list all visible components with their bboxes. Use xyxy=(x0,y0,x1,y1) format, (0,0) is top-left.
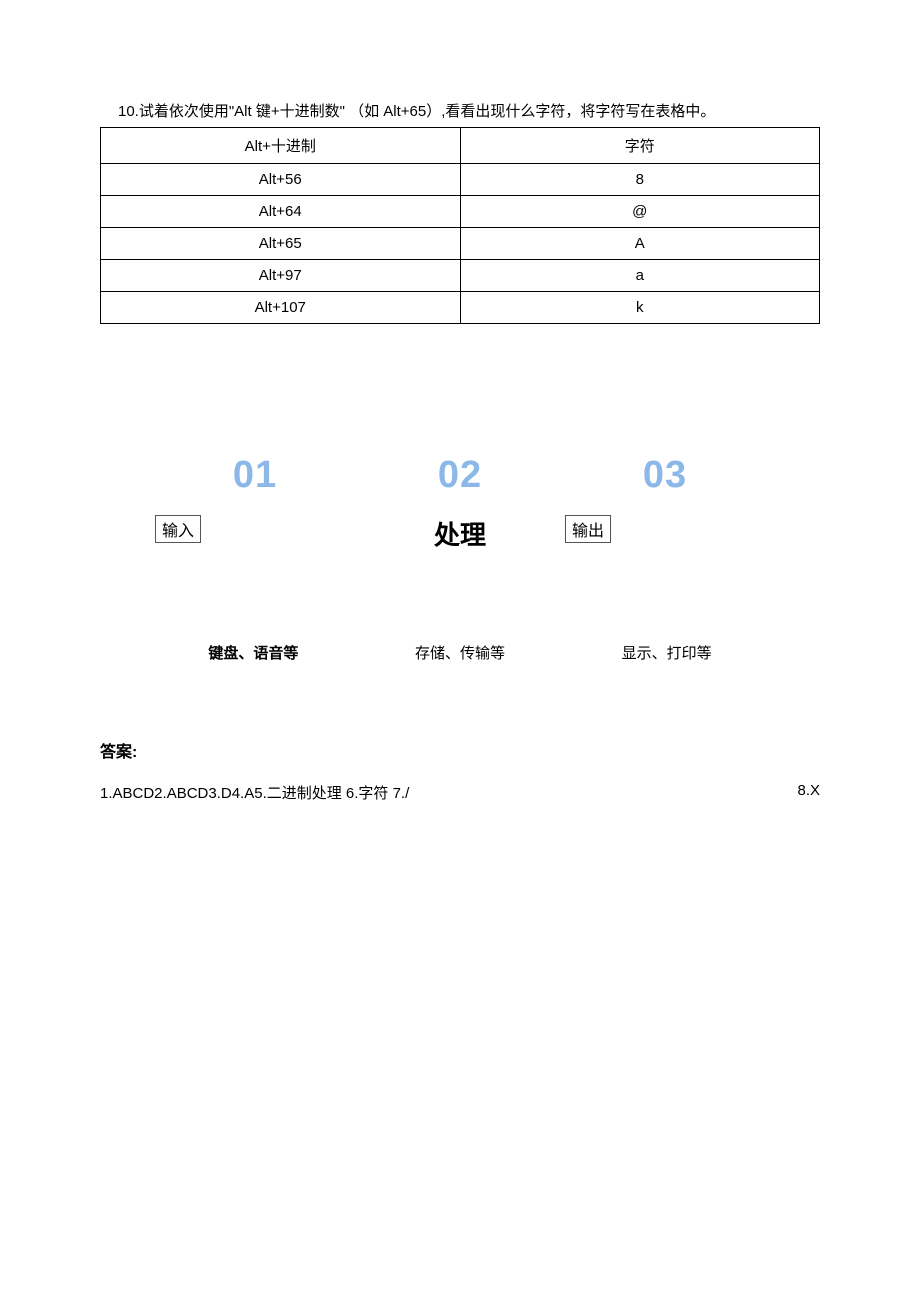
question-text: 10.试着依次使用"Alt 键+十进制数" （如 Alt+65）,看看出现什么字… xyxy=(100,100,820,121)
table-header-row: Alt+十进制 字符 xyxy=(101,128,820,164)
table-cell: k xyxy=(460,292,820,324)
table-cell: A xyxy=(460,228,820,260)
table-row: Alt+107 k xyxy=(101,292,820,324)
table-row: Alt+97 a xyxy=(101,260,820,292)
table-cell: @ xyxy=(460,196,820,228)
answers-title: 答案: xyxy=(100,738,820,762)
example-output: 显示、打印等 xyxy=(563,642,770,663)
process-diagram: 01 输入 02 处理 03 输出 xyxy=(100,454,820,552)
table-cell: Alt+97 xyxy=(101,260,461,292)
step-label: 输出 xyxy=(565,515,611,543)
table-row: Alt+65 A xyxy=(101,228,820,260)
step-output: 03 输出 xyxy=(565,454,765,552)
table-row: Alt+56 8 xyxy=(101,164,820,196)
table-cell: Alt+65 xyxy=(101,228,461,260)
table-cell: Alt+64 xyxy=(101,196,461,228)
example-input: 键盘、语音等 xyxy=(150,642,357,663)
step-label: 处理 xyxy=(434,515,486,552)
step-input: 01 输入 xyxy=(155,454,355,552)
answers-line: 1.ABCD2.ABCD3.D4.A5.二进制处理 6.字符 7./ 8.X xyxy=(100,782,820,803)
table-cell: a xyxy=(460,260,820,292)
answers-right: 8.X xyxy=(797,782,820,803)
table-cell: Alt+107 xyxy=(101,292,461,324)
step-number: 02 xyxy=(438,454,482,497)
answers-left: 1.ABCD2.ABCD3.D4.A5.二进制处理 6.字符 7./ xyxy=(100,782,409,803)
step-label: 输入 xyxy=(155,515,201,543)
table-cell: Alt+56 xyxy=(101,164,461,196)
example-process: 存储、传输等 xyxy=(357,642,564,663)
alt-character-table: Alt+十进制 字符 Alt+56 8 Alt+64 @ Alt+65 A Al… xyxy=(100,127,820,324)
step-number: 03 xyxy=(643,454,687,497)
step-process: 02 处理 xyxy=(360,454,560,552)
table-cell: 8 xyxy=(460,164,820,196)
table-header-cell: Alt+十进制 xyxy=(101,128,461,164)
table-header-cell: 字符 xyxy=(460,128,820,164)
examples-row: 键盘、语音等 存储、传输等 显示、打印等 xyxy=(100,642,820,663)
table-row: Alt+64 @ xyxy=(101,196,820,228)
step-number: 01 xyxy=(233,454,277,497)
